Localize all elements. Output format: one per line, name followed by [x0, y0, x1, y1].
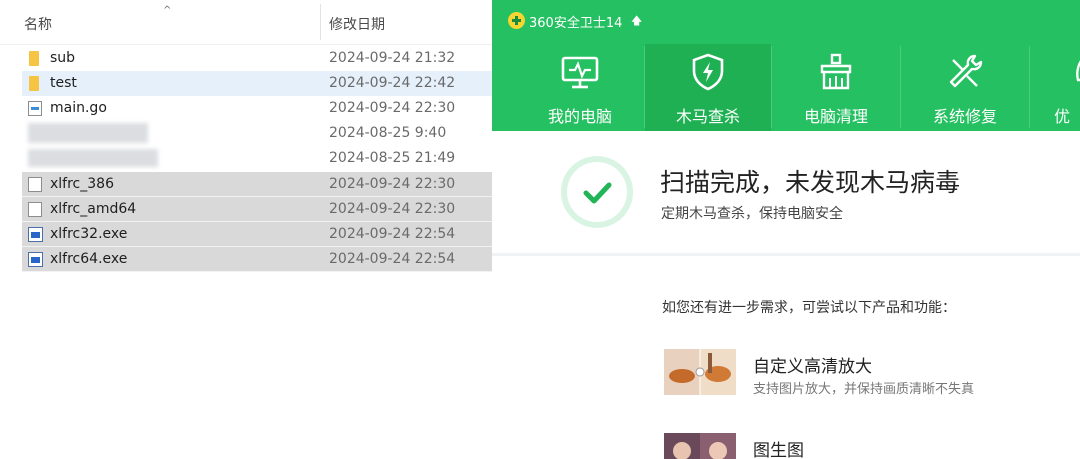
file-name: main.go: [50, 100, 107, 116]
exe-icon: [28, 252, 43, 267]
file-row-redacted[interactable]: 2024-08-25 21:49: [22, 146, 492, 171]
security-app-window: 360安全卫士14 🡅 我的电脑 木马查杀 电脑清理 系统修复 优 扫描完成，未…: [492, 0, 1080, 459]
app-header: 360安全卫士14 🡅 我的电脑 木马查杀 电脑清理 系统修复 优: [492, 0, 1080, 131]
upscale-thumbnail-image: [664, 349, 736, 395]
scan-result-subtitle: 定期木马查杀，保持电脑安全: [661, 206, 843, 222]
redacted-filename-blur: [28, 123, 148, 143]
scan-result-panel: 扫描完成，未发现木马病毒 定期木马查杀，保持电脑安全: [492, 131, 1080, 256]
upgrade-arrow-icon[interactable]: 🡅: [631, 12, 642, 31]
image-to-image-thumbnail-image: [664, 433, 736, 459]
header-divider: [0, 44, 492, 45]
product-description: 支持图片放大，并保持画质清晰不失真: [753, 382, 975, 397]
file-name: xlfrc_amd64: [50, 201, 137, 217]
shield-lightning-icon: [692, 53, 724, 91]
folder-icon: [29, 76, 39, 91]
file-row-xlfrc-386[interactable]: xlfrc_386 2024-09-24 22:30: [22, 172, 492, 197]
file-modified: 2024-09-24 21:32: [329, 50, 456, 66]
column-divider[interactable]: [320, 4, 321, 40]
rocket-icon: [1076, 60, 1080, 82]
folder-icon: [29, 51, 39, 66]
file-name: sub: [50, 50, 76, 66]
exe-icon: [28, 227, 43, 242]
recommendation-intro: 如您还有进一步需求，可尝试以下产品和功能：: [662, 300, 956, 316]
scan-result-title: 扫描完成，未发现木马病毒: [660, 168, 961, 197]
column-modified-header[interactable]: 修改日期: [329, 14, 385, 34]
file-modified: 2024-09-24 22:54: [329, 251, 456, 267]
file-modified: 2024-09-24 22:30: [329, 176, 456, 192]
broom-icon: [820, 53, 852, 90]
file-modified: 2024-08-25 21:49: [329, 150, 456, 166]
monitor-icon: [561, 56, 599, 89]
product-title: 自定义高清放大: [753, 357, 872, 377]
file-modified: 2024-09-24 22:54: [329, 226, 456, 242]
file-name: xlfrc64.exe: [50, 251, 128, 267]
file-icon: [28, 202, 42, 217]
file-explorer-pane: 名称 ^ 修改日期 sub 2024-09-24 21:32 test 2024…: [0, 0, 492, 459]
wrench-icon: [949, 54, 983, 88]
tab-label: 优: [1054, 107, 1071, 126]
file-modified: 2024-09-24 22:30: [329, 100, 456, 116]
file-row-test[interactable]: test 2024-09-24 22:42: [22, 71, 492, 96]
file-icon: [28, 177, 42, 192]
file-modified: 2024-09-24 22:42: [329, 75, 456, 91]
file-row-redacted[interactable]: 2024-08-25 9:40: [22, 121, 492, 146]
tab-label: 电脑清理: [803, 107, 868, 126]
product-image-to-image[interactable]: 图生图: [664, 433, 1064, 459]
tab-trojan-scan[interactable]: 木马查杀: [645, 44, 771, 131]
tab-my-computer[interactable]: 我的电脑: [516, 44, 644, 131]
go-file-icon: [28, 101, 42, 116]
tab-system-repair[interactable]: 系统修复: [901, 44, 1029, 131]
column-name-header[interactable]: 名称: [24, 14, 52, 34]
tab-label: 木马查杀: [675, 107, 740, 126]
column-header: 名称 ^ 修改日期: [0, 0, 492, 46]
file-name: xlfrc_386: [50, 176, 114, 192]
app-title: 360安全卫士14: [529, 16, 623, 31]
tab-label: 系统修复: [932, 107, 997, 126]
file-row-main-go[interactable]: main.go 2024-09-24 22:30: [22, 96, 492, 121]
file-name: xlfrc32.exe: [50, 226, 128, 242]
sort-ascending-icon: ^: [163, 5, 172, 16]
section-divider: [492, 253, 1080, 256]
file-modified: 2024-08-25 9:40: [329, 125, 447, 141]
tab-pc-cleanup[interactable]: 电脑清理: [772, 44, 900, 131]
file-modified: 2024-09-24 22:30: [329, 201, 456, 217]
file-row-xlfrc-amd64[interactable]: xlfrc_amd64 2024-09-24 22:30: [22, 197, 492, 222]
tab-label: 我的电脑: [547, 107, 612, 126]
app-logo-icon: [508, 12, 525, 29]
redacted-filename-blur: [28, 149, 158, 167]
file-name: test: [50, 75, 77, 91]
checkmark-icon: [583, 182, 612, 204]
scan-success-badge: [561, 156, 633, 228]
file-row-sub[interactable]: sub 2024-09-24 21:32: [22, 46, 492, 71]
file-row-xlfrc64-exe[interactable]: xlfrc64.exe 2024-09-24 22:54: [22, 247, 492, 272]
product-title: 图生图: [753, 441, 804, 459]
file-row-xlfrc32-exe[interactable]: xlfrc32.exe 2024-09-24 22:54: [22, 222, 492, 247]
tab-optimize[interactable]: 优: [1030, 44, 1080, 131]
product-upscale[interactable]: 自定义高清放大 支持图片放大，并保持画质清晰不失真: [664, 349, 1064, 409]
